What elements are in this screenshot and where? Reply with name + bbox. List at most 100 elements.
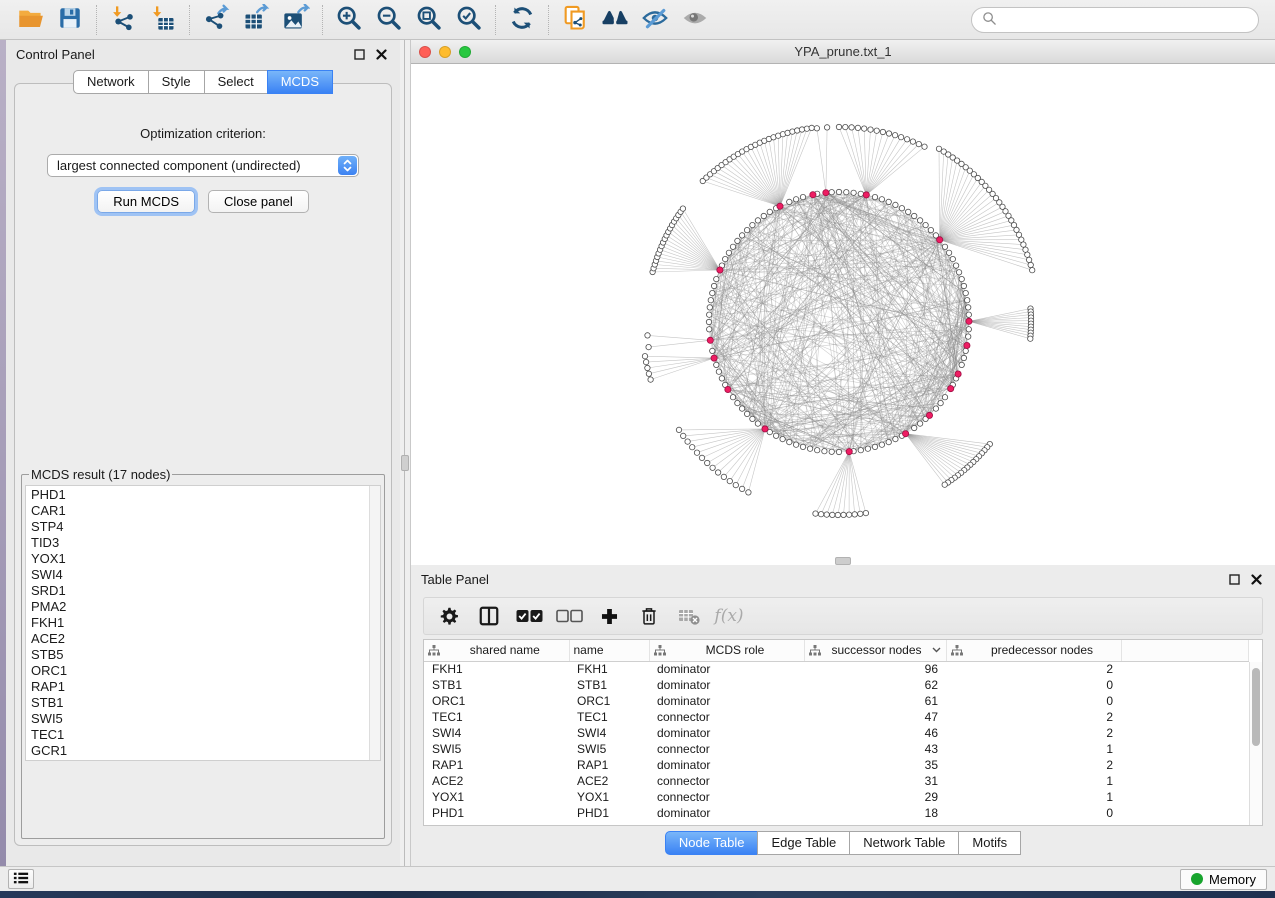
copy-network-button[interactable] xyxy=(555,3,595,37)
criterion-select[interactable]: largest connected component (undirected) xyxy=(47,154,359,177)
column-header[interactable]: MCDS role xyxy=(649,640,804,661)
table-cell: 2 xyxy=(946,709,1121,725)
table-row[interactable]: ORC1ORC1dominator610 xyxy=(424,693,1249,709)
table-cell: 35 xyxy=(804,757,946,773)
close-panel-icon[interactable] xyxy=(1247,570,1265,588)
mcds-result-item[interactable]: SWI5 xyxy=(31,711,375,727)
column-header[interactable]: successor nodes xyxy=(804,640,946,661)
control-panel-tab[interactable]: MCDS xyxy=(267,70,333,94)
mcds-result-item[interactable]: GCR1 xyxy=(31,743,375,759)
refresh-layout-button[interactable] xyxy=(502,3,542,37)
table-row[interactable]: STB1STB1dominator620 xyxy=(424,677,1249,693)
table-cell: SWI4 xyxy=(424,725,569,741)
select-stepper-icon xyxy=(338,156,357,175)
table-cell: dominator xyxy=(649,661,804,677)
minimize-window-light[interactable] xyxy=(439,46,451,58)
select-all-checkboxes-button[interactable] xyxy=(514,601,544,631)
zoom-in-button[interactable] xyxy=(329,3,369,37)
split-panel-button[interactable] xyxy=(474,601,504,631)
export-image-button[interactable] xyxy=(276,3,316,37)
export-table-button[interactable] xyxy=(236,3,276,37)
mcds-result-item[interactable]: ORC1 xyxy=(31,663,375,679)
network-window-titlebar[interactable]: YPA_prune.txt_1 xyxy=(411,40,1275,64)
mcds-result-item[interactable]: PHD1 xyxy=(31,487,375,503)
network-canvas[interactable] xyxy=(411,64,1275,557)
table-row[interactable]: RAP1RAP1dominator352 xyxy=(424,757,1249,773)
hide-selected-button[interactable] xyxy=(635,3,675,37)
table-type-tab[interactable]: Node Table xyxy=(665,831,759,855)
list-scrollbar[interactable] xyxy=(369,486,380,760)
table-row[interactable]: FKH1FKH1dominator962 xyxy=(424,661,1249,677)
table-scrollbar-thumb[interactable] xyxy=(1252,668,1260,746)
float-panel-icon[interactable] xyxy=(350,45,368,63)
first-neighbors-button[interactable] xyxy=(595,3,635,37)
table-row[interactable]: TEC1TEC1connector472 xyxy=(424,709,1249,725)
splitter-grip[interactable] xyxy=(401,455,409,471)
table-row[interactable]: ACE2ACE2connector311 xyxy=(424,773,1249,789)
mcds-result-list[interactable]: PHD1CAR1STP4TID3YOX1SWI4SRD1PMA2FKH1ACE2… xyxy=(25,485,381,761)
vertical-splitter[interactable] xyxy=(400,40,410,866)
zoom-selected-button[interactable] xyxy=(449,3,489,37)
mcds-result-item[interactable]: YOX1 xyxy=(31,551,375,567)
mcds-result-item[interactable]: SWI4 xyxy=(31,567,375,583)
search-box[interactable] xyxy=(971,7,1259,33)
mcds-result-item[interactable]: STP4 xyxy=(31,519,375,535)
memory-button[interactable]: Memory xyxy=(1180,869,1267,890)
splitter-grip[interactable] xyxy=(835,557,851,565)
deselect-all-checkboxes-button[interactable] xyxy=(554,601,584,631)
table-type-tab[interactable]: Network Table xyxy=(849,831,959,855)
control-panel-tab[interactable]: Network xyxy=(73,70,149,94)
column-header[interactable]: predecessor nodes xyxy=(946,640,1121,661)
network-graph[interactable] xyxy=(411,64,1275,557)
memory-button-label: Memory xyxy=(1209,872,1256,887)
mcds-result-item[interactable]: RAP1 xyxy=(31,679,375,695)
task-history-button[interactable] xyxy=(8,869,34,889)
mcds-result-item[interactable]: PMA2 xyxy=(31,599,375,615)
zoom-out-button[interactable] xyxy=(369,3,409,37)
table-cell: ACE2 xyxy=(569,773,649,789)
mcds-result-item[interactable]: TEC1 xyxy=(31,727,375,743)
import-network-button[interactable] xyxy=(103,3,143,37)
table-type-tab[interactable]: Edge Table xyxy=(757,831,850,855)
table-row[interactable]: PHD1PHD1dominator180 xyxy=(424,805,1249,821)
column-header[interactable]: shared name xyxy=(424,640,569,661)
close-panel-button[interactable]: Close panel xyxy=(208,190,309,213)
table-scrollbar[interactable] xyxy=(1249,662,1262,825)
table-row[interactable]: SWI5SWI5connector431 xyxy=(424,741,1249,757)
eye-icon xyxy=(680,3,710,36)
mcds-result-item[interactable]: STB1 xyxy=(31,695,375,711)
table-cell: SWI5 xyxy=(569,741,649,757)
mcds-result-item[interactable]: TID3 xyxy=(31,535,375,551)
control-panel-tab[interactable]: Select xyxy=(204,70,268,94)
copy-network-icon xyxy=(561,4,589,35)
open-session-button[interactable] xyxy=(10,3,50,37)
save-session-button[interactable] xyxy=(50,3,90,37)
criterion-selected-value: largest connected component (undirected) xyxy=(57,158,301,173)
table-row[interactable]: SWI4SWI4dominator462 xyxy=(424,725,1249,741)
table-row[interactable]: YOX1YOX1connector291 xyxy=(424,789,1249,805)
export-network-button[interactable] xyxy=(196,3,236,37)
column-settings-button[interactable] xyxy=(434,601,464,631)
mcds-result-item[interactable]: FKH1 xyxy=(31,615,375,631)
mcds-result-item[interactable]: CAR1 xyxy=(31,503,375,519)
control-panel-tab[interactable]: Style xyxy=(148,70,205,94)
close-panel-icon[interactable] xyxy=(372,45,390,63)
zoom-window-light[interactable] xyxy=(459,46,471,58)
search-input[interactable] xyxy=(1003,12,1248,27)
float-panel-icon[interactable] xyxy=(1225,570,1243,588)
mcds-result-item[interactable]: SRD1 xyxy=(31,583,375,599)
import-table-button[interactable] xyxy=(143,3,183,37)
mcds-result-item[interactable]: ACE2 xyxy=(31,631,375,647)
close-window-light[interactable] xyxy=(419,46,431,58)
horizontal-splitter[interactable] xyxy=(410,557,1275,565)
delete-column-button[interactable] xyxy=(634,601,664,631)
column-header[interactable]: name xyxy=(569,640,649,661)
run-mcds-button[interactable]: Run MCDS xyxy=(97,190,195,213)
add-column-button[interactable] xyxy=(594,601,624,631)
zoom-fit-button[interactable] xyxy=(409,3,449,37)
network-view-window: YPA_prune.txt_1 xyxy=(410,40,1275,557)
table-cell: SWI5 xyxy=(424,741,569,757)
table-type-tab[interactable]: Motifs xyxy=(958,831,1021,855)
show-all-button[interactable] xyxy=(675,3,715,37)
mcds-result-item[interactable]: STB5 xyxy=(31,647,375,663)
